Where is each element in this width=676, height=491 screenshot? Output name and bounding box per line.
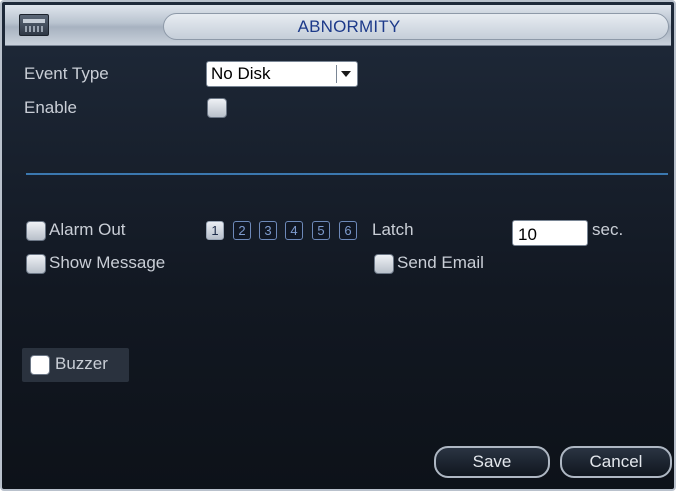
alarm-out-checkbox[interactable] — [26, 221, 46, 241]
enable-checkbox[interactable] — [207, 98, 227, 118]
save-button[interactable]: Save — [434, 446, 550, 478]
abnormity-window: ABNORMITY Event Type No Disk Enable Alar… — [0, 0, 676, 491]
chevron-down-icon — [341, 71, 351, 77]
alarm-channel-6[interactable]: 6 — [339, 221, 357, 240]
latch-unit-label: sec. — [592, 220, 624, 239]
dvr-device-icon — [19, 14, 49, 36]
alarm-channel-1[interactable]: 1 — [206, 221, 224, 240]
event-type-dropdown[interactable]: No Disk — [206, 61, 358, 87]
send-email-label: Send Email — [397, 253, 484, 272]
show-message-label: Show Message — [49, 253, 166, 272]
buzzer-checkbox[interactable] — [30, 355, 50, 375]
latch-input[interactable]: 10 — [512, 220, 588, 246]
show-message-checkbox[interactable] — [26, 254, 46, 274]
cancel-button[interactable]: Cancel — [560, 446, 672, 478]
buzzer-label: Buzzer — [55, 354, 108, 373]
enable-label: Enable — [24, 98, 77, 117]
alarm-channel-3[interactable]: 3 — [259, 221, 277, 240]
event-type-label: Event Type — [24, 64, 109, 83]
title-bar: ABNORMITY — [5, 5, 671, 46]
window-title: ABNORMITY — [297, 17, 401, 36]
send-email-checkbox[interactable] — [374, 254, 394, 274]
alarm-out-label: Alarm Out — [49, 220, 126, 239]
alarm-channel-2[interactable]: 2 — [233, 221, 251, 240]
dropdown-button[interactable] — [336, 65, 355, 83]
latch-label: Latch — [372, 220, 414, 239]
event-type-value: No Disk — [211, 64, 271, 83]
alarm-channel-4[interactable]: 4 — [285, 221, 303, 240]
alarm-channel-5[interactable]: 5 — [312, 221, 330, 240]
section-divider — [26, 173, 668, 175]
